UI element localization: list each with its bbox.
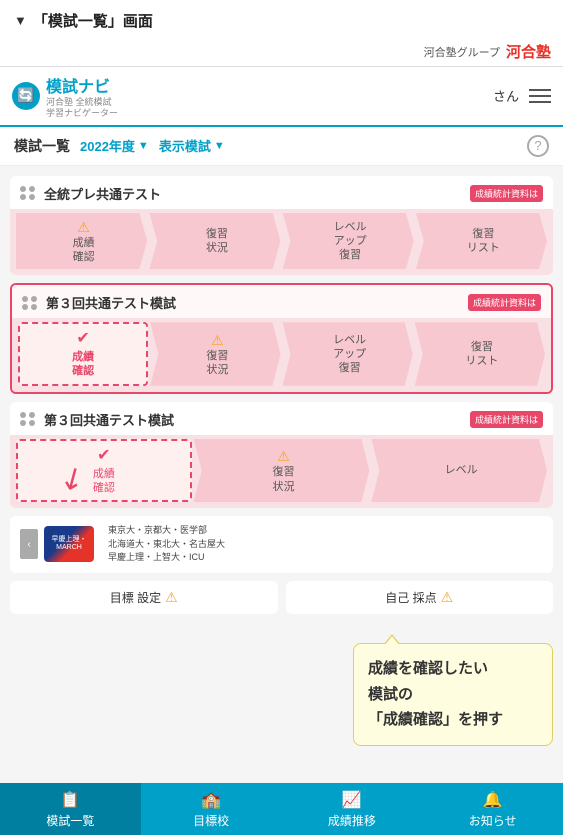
nav-score-trend-label: 成績推移: [328, 812, 376, 829]
exam-1-step-4[interactable]: 復習リスト: [416, 213, 547, 270]
app-logo: 🔄 模試ナビ 河合塾 全統模試 学習ナビゲーター: [12, 73, 118, 119]
exam-2-step-2[interactable]: ⚠ 復習状況: [150, 322, 280, 385]
nav-notice[interactable]: 🔔 お知らせ: [422, 783, 563, 835]
univ-card: ‹ 早慶上理・MARCH 東京大・京都大・医学部 北海道大・東北大・名古屋大 早…: [10, 516, 553, 573]
warn-icon-self: ⚠: [441, 589, 454, 606]
warn-icon-goal: ⚠: [165, 589, 178, 606]
exam-3-step-2[interactable]: ⚠ 復習状況: [194, 439, 370, 502]
tooltip-line2: 模試の: [368, 682, 538, 708]
exam-1-badge: 成績統計資料は: [470, 185, 543, 202]
grid-icon-2: [22, 296, 38, 310]
breadcrumb-label: 模試一覧: [14, 136, 70, 156]
nav-score-trend[interactable]: 📈 成績推移: [282, 783, 423, 835]
display-chevron-icon: ▼: [214, 140, 225, 152]
exam-card-3-header: 第３回共通テスト模試 成績統計資料は: [10, 402, 553, 435]
exam-3-badge: 成績統計資料は: [470, 411, 543, 428]
page-title: 「模試一覧」画面: [33, 10, 153, 31]
year-chevron-icon: ▼: [138, 140, 149, 152]
exam-2-badge: 成績統計資料は: [468, 294, 541, 311]
logo-icon: 🔄: [12, 82, 40, 110]
warn-icon-3: ⚠: [277, 447, 290, 465]
nav-exam-list-label: 模試一覧: [46, 812, 94, 829]
exam-1-arrow-row: ⚠ 成績確認 復習状況 レベルアップ復習 復習リスト: [16, 213, 547, 270]
exam-1-step-3[interactable]: レベルアップ復習: [283, 213, 414, 270]
check-icon-3: ✔: [97, 446, 110, 467]
exam-card-2: 第３回共通テスト模試 成績統計資料は ✔ 成績確認 ⚠ 復習状況 レベルアップ復…: [10, 283, 553, 393]
check-icon-2: ✔: [76, 329, 89, 350]
tooltip-line3: 「成績確認」を押す: [368, 707, 538, 733]
exam-1-steps: ⚠ 成績確認 復習状況 レベルアップ復習 復習リスト: [10, 209, 553, 276]
exam-2-step-4[interactable]: 復習リスト: [415, 322, 545, 385]
warn-icon-2: ⚠: [211, 331, 224, 349]
exam-1-step-2[interactable]: 復習状況: [149, 213, 280, 270]
bottom-nav: 📋 模試一覧 🏫 目標校 📈 成績推移 🔔 お知らせ: [0, 783, 563, 835]
user-label: さん: [493, 86, 519, 105]
page-title-area: ▼ 「模試一覧」画面: [0, 0, 563, 37]
exam-3-steps: ✔ 成績確認 ⚠ 復習状況 レベル: [10, 435, 553, 508]
exam-2-title: 第３回共通テスト模試: [46, 293, 460, 312]
header-right: さん: [493, 86, 551, 105]
nav-exam-list-icon: 📋: [60, 790, 80, 810]
exam-2-step-3[interactable]: レベルアップ復習: [283, 322, 413, 385]
logo-text: 模試ナビ 河合塾 全統模試 学習ナビゲーター: [46, 73, 118, 119]
warn-icon-1: ⚠: [77, 218, 90, 236]
bottom-row: 目標 設定 ⚠ 自己 採点 ⚠: [10, 581, 553, 624]
help-button[interactable]: ?: [527, 135, 549, 157]
nav-target-school[interactable]: 🏫 目標校: [141, 783, 282, 835]
exam-card-1: 全統プレ共通テスト 成績統計資料は ⚠ 成績確認 復習状況 レベルアップ復習 復…: [10, 176, 553, 276]
nav-target-school-icon: 🏫: [201, 790, 221, 810]
exam-card-1-header: 全統プレ共通テスト 成績統計資料は: [10, 176, 553, 209]
exam-3-title: 第３回共通テスト模試: [44, 410, 462, 429]
nav-target-school-label: 目標校: [193, 812, 229, 829]
triangle-icon: ▼: [14, 13, 27, 28]
nav-notice-label: お知らせ: [469, 812, 517, 829]
grid-icon-1: [20, 186, 36, 200]
logo-sub-text: 河合塾 全統模試 学習ナビゲーター: [46, 97, 118, 119]
self-score-card[interactable]: 自己 採点 ⚠: [286, 581, 554, 614]
univ-logo-text: 早慶上理・MARCH: [44, 536, 94, 553]
left-arrow-icon[interactable]: ‹: [20, 529, 38, 559]
exam-2-arrow-row: ✔ 成績確認 ⚠ 復習状況 レベルアップ復習 復習リスト: [18, 322, 545, 385]
main-content: 全統プレ共通テスト 成績統計資料は ⚠ 成績確認 復習状況 レベルアップ復習 復…: [0, 166, 563, 826]
brand-name: 河合塾: [506, 41, 551, 62]
brand-bar: 河合塾グループ 河合塾: [0, 37, 563, 67]
nav-exam-list[interactable]: 📋 模試一覧: [0, 783, 141, 835]
brand-group: 河合塾グループ: [424, 44, 500, 60]
nav-notice-icon: 🔔: [483, 790, 503, 810]
grid-icon-3: [20, 412, 36, 426]
filter-bar: 模試一覧 2022年度 ▼ 表示模試 ▼ ?: [0, 127, 563, 166]
univ-text-block: 東京大・京都大・医学部 北海道大・東北大・名古屋大 早慶上理・上智大・ICU: [108, 524, 225, 565]
app-header: 🔄 模試ナビ 河合塾 全統模試 学習ナビゲーター さん: [0, 67, 563, 127]
goal-setting-card[interactable]: 目標 設定 ⚠: [10, 581, 278, 614]
tooltip-line1: 成績を確認したい: [368, 656, 538, 682]
exam-3-arrow-row: ✔ 成績確認 ⚠ 復習状況 レベル: [16, 439, 547, 502]
exam-2-steps: ✔ 成績確認 ⚠ 復習状況 レベルアップ復習 復習リスト: [12, 318, 551, 391]
goal-label: 目標 設定: [110, 589, 161, 606]
self-score-inner: 自己 採点 ⚠: [385, 589, 453, 606]
exam-card-3: 第３回共通テスト模試 成績統計資料は ✔ 成績確認 ⚠ 復習状況 レベル: [10, 402, 553, 508]
display-select[interactable]: 表示模試 ▼: [159, 136, 225, 155]
hamburger-menu-button[interactable]: [529, 89, 551, 103]
exam-3-step-1[interactable]: ✔ 成績確認: [16, 439, 192, 502]
exam-card-2-header: 第３回共通テスト模試 成績統計資料は: [12, 285, 551, 318]
logo-main-text: 模試ナビ: [46, 73, 118, 97]
exam-1-title: 全統プレ共通テスト: [44, 184, 462, 203]
self-score-label: 自己 採点: [385, 589, 436, 606]
year-select[interactable]: 2022年度 ▼: [80, 136, 149, 155]
exam-1-step-1[interactable]: ⚠ 成績確認: [16, 213, 147, 270]
nav-score-trend-icon: 📈: [342, 790, 362, 810]
univ-logo: 早慶上理・MARCH: [44, 526, 94, 562]
tooltip-bubble: 成績を確認したい 模試の 「成績確認」を押す: [353, 643, 553, 746]
goal-setting-inner: 目標 設定 ⚠: [110, 589, 178, 606]
exam-2-step-1[interactable]: ✔ 成績確認: [18, 322, 148, 385]
exam-3-step-3[interactable]: レベル: [371, 439, 547, 502]
